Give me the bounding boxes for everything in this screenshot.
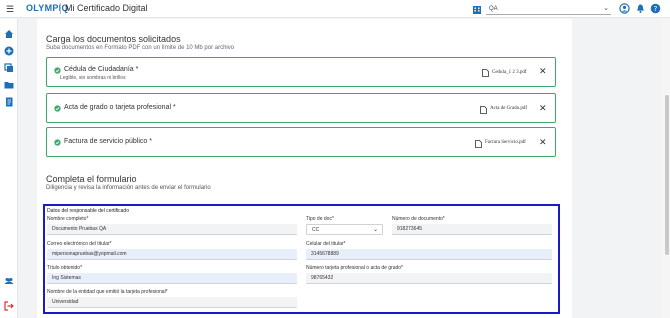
full-name-value: Documento Pruebas QA — [52, 226, 107, 232]
header-divider — [60, 3, 61, 14]
document-name: Acta de grado o tarjeta profesional * — [64, 104, 176, 111]
chevron-down-icon: ⌄ — [603, 5, 609, 12]
phone-value: 3145678889 — [311, 251, 339, 257]
remove-file-icon[interactable]: ✕ — [539, 66, 547, 77]
form-section-subtitle: Diligencia y revisa la información antes… — [46, 185, 211, 191]
pdf-file-icon — [482, 69, 489, 77]
check-circle-icon — [54, 105, 61, 112]
copy-icon[interactable] — [4, 63, 14, 73]
building-icon — [473, 6, 481, 14]
issuing-entity-label: Nombre de la entidad que emitió la tarje… — [47, 289, 168, 295]
professional-card-label: Número tarjeta profesional o acta de gra… — [306, 265, 404, 271]
form-section-title: Completa el formulario — [46, 174, 137, 184]
bell-icon[interactable] — [635, 3, 646, 14]
uploaded-file-name[interactable]: Factura Servicio.pdf — [485, 140, 526, 145]
users-icon[interactable] — [4, 276, 14, 286]
user-circle-icon[interactable] — [619, 3, 630, 14]
phone-label: Celular del titular* — [306, 241, 346, 247]
form-group-title: Datos del responsable del certificado — [47, 208, 129, 214]
chevron-down-icon: ⌄ — [372, 227, 378, 233]
add-circle-icon[interactable] — [4, 46, 14, 56]
environment-select-value: QA — [489, 6, 498, 12]
document-card-factura: Factura de servicio público * Factura Se… — [46, 127, 556, 157]
menu-icon[interactable]: ☰ — [6, 4, 14, 15]
top-bar: ☰ OLYMPIQ Mi Certificado Digital QA ⌄ ? — [0, 0, 670, 18]
full-name-input[interactable]: Documento Pruebas QA — [47, 224, 297, 235]
doc-type-select[interactable]: CC ⌄ — [306, 224, 383, 235]
scrollbar-thumb[interactable] — [665, 95, 669, 255]
docs-section-subtitle: Suba documentos en Formato PDF con un lí… — [46, 45, 235, 51]
pdf-file-icon — [475, 140, 482, 148]
document-hint: Legible, sin sombras ni brillos — [60, 75, 126, 81]
degree-title-value: Ing Sistemas — [52, 275, 81, 281]
issuing-entity-value: Universidad — [52, 299, 79, 305]
document-name: Cédula de Ciudadanía * — [64, 66, 139, 73]
doc-number-input[interactable]: 918273645 — [392, 224, 552, 235]
document-card-acta: Acta de grado o tarjeta profesional * Ac… — [46, 93, 556, 123]
doc-number-label: Número de documento* — [392, 216, 445, 222]
document-card-cedula: Cédula de Ciudadanía * Legible, sin somb… — [46, 57, 556, 87]
uploaded-file-name[interactable]: Acta de Grado.pdf — [490, 106, 527, 111]
remove-file-icon[interactable]: ✕ — [539, 103, 547, 114]
logout-icon[interactable] — [4, 301, 14, 311]
email-label: Correo electrónico del titular* — [47, 241, 112, 247]
sidebar — [0, 19, 18, 318]
document-icon[interactable] — [4, 97, 14, 107]
doc-type-value: CC — [312, 227, 320, 233]
remove-file-icon[interactable]: ✕ — [539, 137, 547, 148]
professional-card-input[interactable]: 98765432 — [306, 273, 552, 284]
document-name: Factura de servicio público * — [64, 138, 152, 145]
doc-number-value: 918273645 — [397, 226, 423, 232]
environment-select[interactable]: QA ⌄ — [486, 3, 611, 15]
check-circle-icon — [54, 139, 61, 146]
professional-card-value: 98765432 — [311, 275, 334, 281]
docs-section-title: Carga los documentos solicitados — [46, 34, 181, 44]
email-input[interactable]: mipersonapruebas@yopmail.com — [47, 249, 297, 260]
full-name-label: Nombre completo* — [47, 216, 89, 222]
brand-logo: OLYMPIQ — [26, 3, 69, 13]
svg-text:?: ? — [654, 5, 658, 13]
degree-title-input[interactable]: Ing Sistemas — [47, 273, 297, 284]
phone-input[interactable]: 3145678889 — [306, 249, 552, 260]
degree-title-label: Título obtenido* — [47, 265, 83, 271]
pdf-file-icon — [480, 106, 487, 114]
email-value: mipersonapruebas@yopmail.com — [52, 251, 127, 257]
folder-icon[interactable] — [4, 80, 14, 90]
doc-type-label: Tipo de doc* — [306, 216, 334, 222]
app-title: Mi Certificado Digital — [65, 3, 148, 13]
check-circle-icon — [54, 67, 61, 74]
issuing-entity-input[interactable]: Universidad — [47, 297, 297, 308]
uploaded-file-name[interactable]: Cedula_1 2 3.pdf — [492, 70, 527, 75]
home-icon[interactable] — [4, 29, 14, 39]
help-icon[interactable]: ? — [650, 3, 661, 14]
